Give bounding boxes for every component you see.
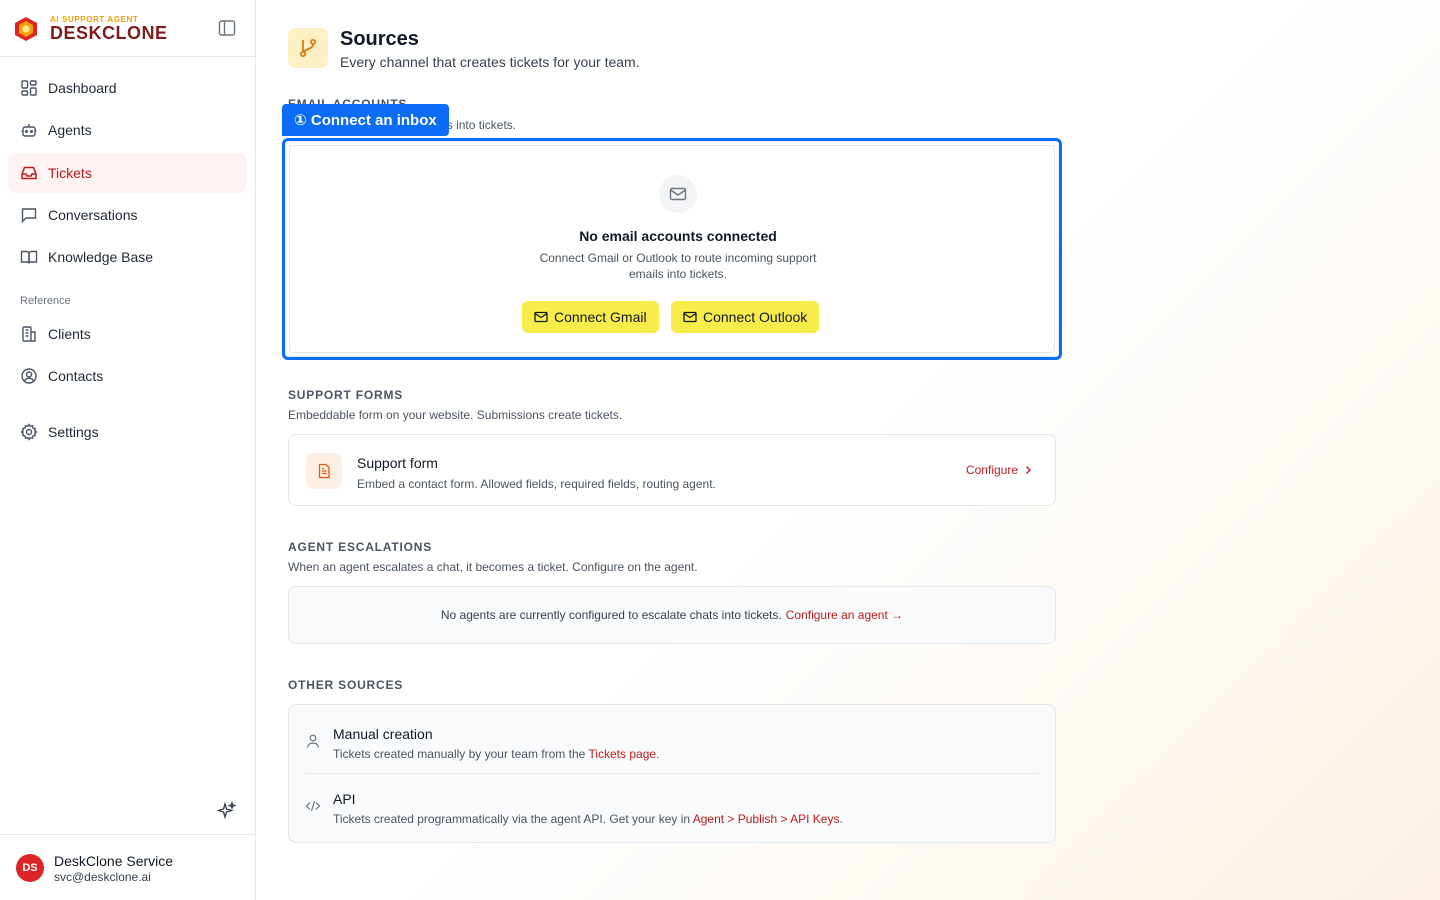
sidebar-item-contacts[interactable]: Contacts [8, 356, 247, 396]
sparkles-icon[interactable] [217, 801, 237, 821]
git-branch-icon [288, 28, 328, 68]
book-open-icon [20, 250, 38, 264]
manual-creation-row: Manual creation Tickets created manually… [289, 705, 1055, 769]
sidebar-item-dashboard[interactable]: Dashboard [8, 68, 247, 108]
mail-icon [659, 175, 697, 213]
api-description: Tickets created programmatically via the… [333, 812, 843, 826]
support-form-card[interactable]: Support form Embed a contact form. Allow… [288, 434, 1056, 506]
other-sources-heading: OTHER SOURCES [288, 678, 404, 692]
deskclone-logo-icon [15, 17, 37, 41]
avatar: DS [16, 854, 44, 882]
user-icon [306, 734, 320, 748]
sidebar-item-label: Dashboard [48, 80, 117, 96]
inbox-icon [21, 166, 37, 180]
page-subtitle: Every channel that creates tickets for y… [340, 54, 640, 70]
manual-creation-description: Tickets created manually by your team fr… [333, 747, 660, 761]
brand-divider [0, 56, 256, 57]
connect-gmail-button[interactable]: Connect Gmail [522, 301, 659, 333]
agent-escalations-empty-card: No agents are currently configured to es… [288, 586, 1056, 644]
user-name: DeskClone Service [54, 853, 174, 869]
support-forms-description: Embeddable form on your website. Submiss… [288, 408, 623, 422]
sidebar-item-settings[interactable]: Settings [8, 412, 247, 452]
dashboard-icon [21, 80, 37, 96]
configure-label: Configure [965, 463, 1018, 477]
page-title: Sources [340, 28, 419, 50]
sidebar-item-agents[interactable]: Agents [8, 110, 247, 150]
api-title: API [333, 791, 356, 807]
sidebar-item-label: Settings [48, 424, 99, 440]
gear-icon [20, 423, 38, 441]
file-text-icon [306, 453, 342, 489]
bot-icon [21, 124, 37, 137]
reference-heading: Reference [20, 295, 71, 307]
sidebar-item-label: Conversations [48, 207, 138, 223]
connect-outlook-button[interactable]: Connect Outlook [671, 301, 820, 333]
empty-description: Connect Gmail or Outlook to route incomi… [539, 251, 817, 281]
user-divider [0, 834, 256, 835]
sidebar-item-label: Agents [48, 122, 92, 138]
sidebar-item-label: Knowledge Base [48, 249, 154, 265]
brand-name: DESKCLONE [50, 23, 168, 43]
configure-agent-link[interactable]: Configure an agent → [786, 608, 903, 622]
sidebar-item-tickets[interactable]: Tickets [8, 153, 247, 193]
sidebar-item-clients[interactable]: Clients [8, 314, 247, 354]
support-form-title: Support form [357, 455, 438, 471]
mail-icon [534, 311, 548, 323]
connect-inbox-callout: ① Connect an inbox [282, 104, 449, 136]
message-square-icon [21, 208, 37, 224]
other-sources-card: Manual creation Tickets created manually… [288, 704, 1056, 843]
tickets-page-link[interactable]: Tickets page [588, 747, 656, 761]
empty-title: No email accounts connected [579, 228, 777, 244]
manual-creation-title: Manual creation [333, 726, 433, 742]
sidebar-item-conversations[interactable]: Conversations [8, 195, 247, 235]
agent-escalations-description: When an agent escalates a chat, it becom… [288, 560, 698, 574]
mail-icon [683, 311, 697, 323]
building-icon [22, 326, 36, 342]
api-row: API Tickets created programmatically via… [289, 775, 1055, 839]
code-icon [305, 800, 321, 812]
agent-escalations-heading: AGENT ESCALATIONS [288, 540, 433, 554]
email-accounts-card: No email accounts connected Connect Gmai… [282, 138, 1062, 360]
sidebar-item-label: Clients [48, 326, 91, 342]
connect-outlook-label: Connect Outlook [703, 309, 808, 325]
user-email: svc@deskclone.ai [54, 870, 151, 884]
api-keys-link[interactable]: Agent > Publish > API Keys [693, 812, 840, 826]
escalations-empty-text: No agents are currently configured to es… [440, 608, 782, 622]
configure-button[interactable]: Configure [966, 463, 1035, 477]
support-forms-heading: SUPPORT FORMS [288, 388, 404, 402]
connect-gmail-label: Connect Gmail [554, 309, 647, 325]
sidebar-item-knowledge-base[interactable]: Knowledge Base [8, 237, 247, 277]
support-form-description: Embed a contact form. Allowed fields, re… [357, 477, 716, 491]
chevron-right-icon [1026, 466, 1031, 474]
sidebar-item-label: Contacts [48, 368, 104, 384]
user-profile[interactable]: DS DeskClone Service svc@deskclone.ai [16, 853, 246, 885]
row-divider [305, 773, 1039, 774]
sidebar-item-label: Tickets [48, 165, 92, 181]
sidebar: AI SUPPORT AGENT DESKCLONE Dashboard Age… [0, 0, 256, 900]
sidebar-toggle-icon[interactable] [218, 19, 236, 37]
email-accounts-empty-state: No email accounts connected Connect Gmai… [289, 145, 1055, 353]
user-circle-icon [21, 368, 37, 384]
brand[interactable]: AI SUPPORT AGENT DESKCLONE [14, 14, 244, 46]
